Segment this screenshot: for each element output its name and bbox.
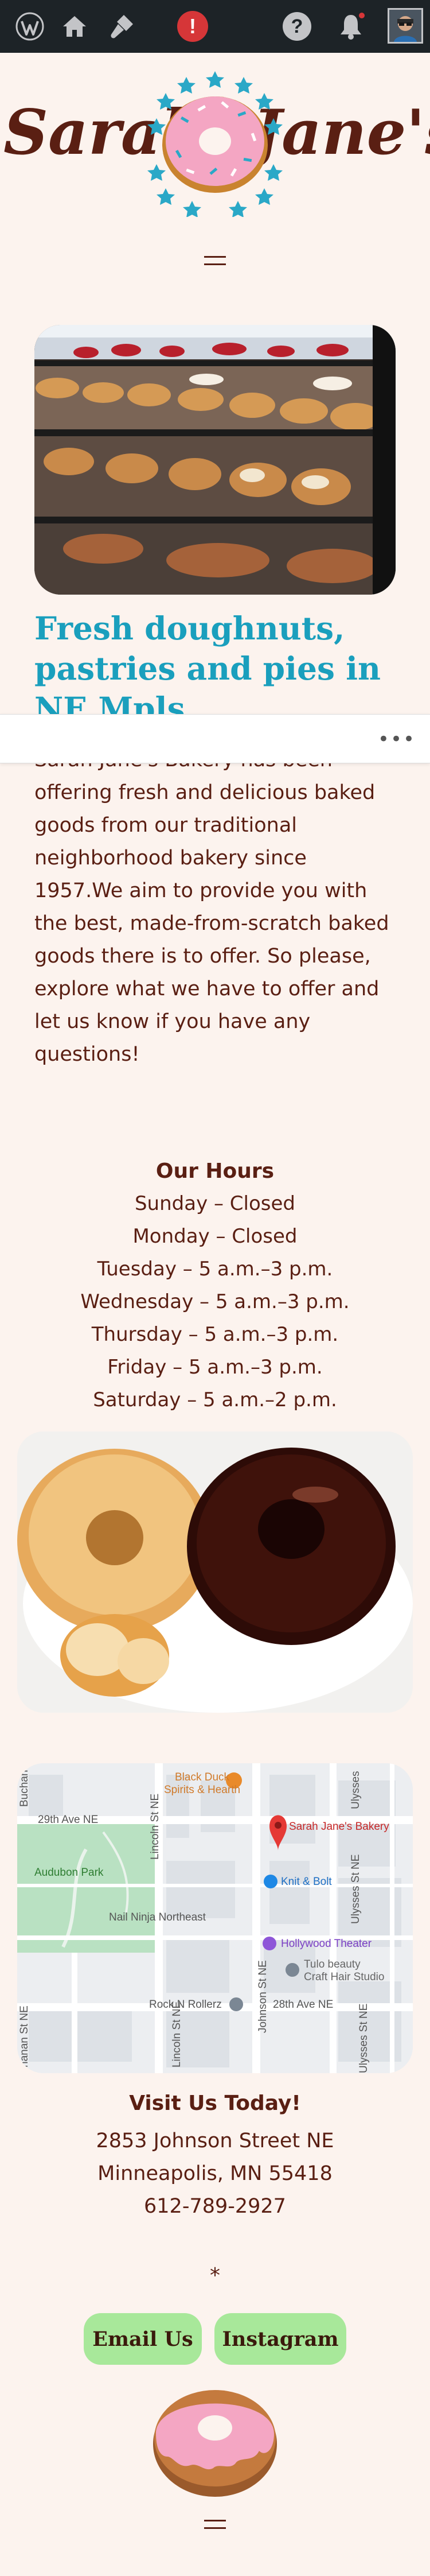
user-avatar[interactable] bbox=[388, 8, 423, 44]
map-label-knit-bolt: Knit & Bolt bbox=[281, 1876, 332, 1888]
map-label-nail-ninja: Nail Ninja Northeast bbox=[109, 1911, 206, 1923]
location-map[interactable]: Black Duck Spirits & Hearth Sarah Jane's… bbox=[17, 1763, 413, 2073]
hours-line: Sunday – Closed bbox=[134, 1192, 296, 1215]
visit-title: Visit Us Today! bbox=[129, 2092, 301, 2115]
map-label-buchanan-st: hanan St NE bbox=[18, 2005, 30, 2067]
menu-toggle-button[interactable] bbox=[204, 256, 226, 269]
intro-paragraph: Sarah Jane's Bakery has been offering fr… bbox=[34, 748, 389, 1066]
map-label-rock-n-rollerz: Rock N Rollerz bbox=[149, 1999, 222, 2011]
visit-section: Visit Us Today! 2853 Johnson Street NE M… bbox=[0, 2087, 430, 2223]
instagram-button[interactable]: Instagram bbox=[214, 2313, 346, 2365]
menu-line-icon bbox=[204, 263, 226, 265]
help-mark: ? bbox=[283, 12, 311, 41]
hours-title: Our Hours bbox=[155, 1159, 275, 1183]
email-us-button[interactable]: Email Us bbox=[84, 2313, 202, 2365]
site-logo[interactable]: Sarah Jane's bbox=[0, 68, 430, 218]
separator-asterisk: * bbox=[210, 2264, 220, 2287]
footer-donut-icon bbox=[150, 2371, 280, 2500]
floating-toolbar: ••• bbox=[0, 714, 430, 763]
bakery-case-image bbox=[34, 325, 396, 595]
map-label-buchanan: Buchan bbox=[18, 1770, 30, 1807]
update-alert-mark: ! bbox=[177, 11, 208, 42]
admin-bar: ! ? bbox=[0, 0, 430, 53]
doughnuts-photo bbox=[17, 1431, 413, 1713]
hours-section: Our Hours Sunday – Closed Monday – Close… bbox=[0, 1155, 430, 1417]
map-label-lincoln-st: Lincoln St NE bbox=[171, 2001, 183, 2067]
menu-line-icon bbox=[204, 256, 226, 258]
menu-line-icon bbox=[204, 2527, 226, 2529]
map-label-lincoln-st: Lincoln St NE bbox=[149, 1793, 161, 1860]
map-label-ulysses-st: Ulysses St NE bbox=[358, 2003, 370, 2073]
hours-line: Monday – Closed bbox=[132, 1225, 298, 1248]
phone-number[interactable]: 612-789-2927 bbox=[0, 2190, 430, 2223]
map-label-bakery[interactable]: Sarah Jane's Bakery bbox=[289, 1821, 389, 1833]
hours-line: Saturday – 5 a.m.–2 p.m. bbox=[93, 1388, 337, 1411]
hours-line: Tuesday – 5 a.m.–3 p.m. bbox=[97, 1258, 333, 1281]
address-city: Minneapolis, MN 55418 bbox=[97, 2162, 333, 2185]
map-label-hollywood: Hollywood Theater bbox=[281, 1938, 372, 1950]
hours-line: Friday – 5 a.m.–3 p.m. bbox=[107, 1356, 323, 1379]
map-label-tulo: Tulo beauty Craft Hair Studio bbox=[304, 1958, 385, 1983]
help-icon[interactable]: ? bbox=[280, 9, 314, 44]
hours-line: Thursday – 5 a.m.–3 p.m. bbox=[91, 1323, 339, 1346]
map-label-johnson-st: Johnson St NE bbox=[257, 1960, 269, 2033]
logo-donut-icon bbox=[147, 71, 283, 218]
address-street: 2853 Johnson Street NE bbox=[96, 2129, 334, 2152]
wordpress-logo-icon[interactable] bbox=[13, 9, 47, 44]
map-label-ulysses: Ulysses bbox=[350, 1771, 362, 1809]
customize-brush-icon[interactable] bbox=[104, 9, 139, 44]
menu-line-icon bbox=[204, 2520, 226, 2521]
home-icon[interactable] bbox=[57, 9, 92, 44]
map-label-black-duck: Black Duck Spirits & Hearth bbox=[164, 1771, 241, 1796]
notification-dot bbox=[358, 11, 366, 20]
more-options-button[interactable]: ••• bbox=[378, 728, 415, 751]
map-label-29th-ave: 29th Ave NE bbox=[38, 1814, 99, 1826]
footer-menu-toggle-button[interactable] bbox=[204, 2520, 226, 2532]
page-headline: Fresh doughnuts, pastries and pies in NE… bbox=[34, 610, 381, 727]
update-alert-icon[interactable]: ! bbox=[175, 9, 210, 44]
notifications-bell-icon[interactable] bbox=[334, 9, 368, 44]
map-label-28th-ave: 28th Ave NE bbox=[273, 1999, 334, 2011]
hours-line: Wednesday – 5 a.m.–3 p.m. bbox=[80, 1290, 350, 1313]
map-label-ulysses-st: Ulysses St NE bbox=[350, 1854, 362, 1924]
map-label-audubon: Audubon Park bbox=[34, 1867, 104, 1879]
